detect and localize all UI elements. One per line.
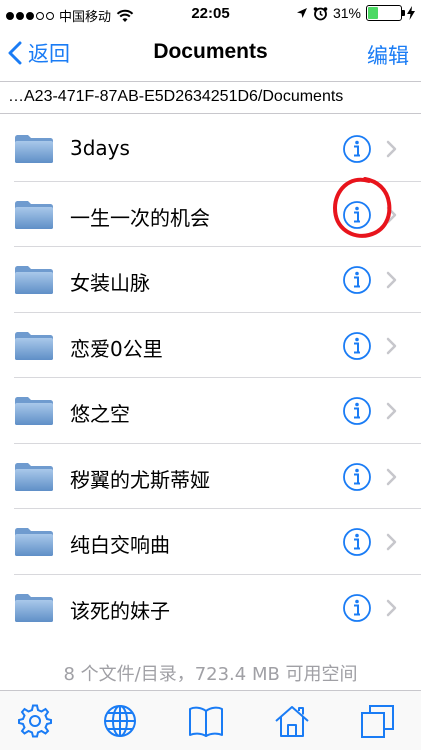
info-button-icon[interactable]: [342, 593, 372, 623]
folder-name: 一生一次的机会: [70, 205, 210, 230]
battery-level: [368, 7, 378, 19]
globe-icon[interactable]: [102, 703, 138, 739]
battery-icon: [366, 5, 405, 21]
gear-icon[interactable]: [17, 703, 53, 739]
storage-footer: 8 个文件/目录，723.4 MB 可用空间: [63, 664, 358, 685]
edit-button[interactable]: 编辑: [367, 40, 409, 70]
battery-percent: 31%: [332, 5, 361, 21]
file-list-row[interactable]: 恋爱0公里: [0, 313, 421, 379]
file-list-row[interactable]: 悠之空: [0, 378, 421, 444]
tab-bar: [0, 690, 421, 750]
chevron-right-icon: [386, 206, 397, 223]
page-title: Documents: [153, 40, 268, 63]
folder-icon: [15, 266, 53, 294]
charging-bolt-icon: [407, 6, 415, 20]
folder-icon: [15, 528, 53, 556]
file-list-row[interactable]: 3days: [0, 116, 421, 182]
folder-name: 悠之空: [70, 402, 130, 426]
info-button-icon[interactable]: [342, 200, 372, 230]
status-bar: 中国移动 22:05 31%: [0, 0, 421, 28]
path-display: …A23-471F-87AB-E5D2634251D6/Documents: [0, 82, 421, 114]
folder-icon: [15, 135, 53, 163]
book-icon[interactable]: [188, 703, 224, 739]
windows-icon[interactable]: [360, 703, 396, 739]
home-icon[interactable]: [274, 703, 310, 739]
chevron-right-icon: [386, 337, 397, 354]
info-button-icon[interactable]: [342, 462, 372, 492]
file-list-row[interactable]: 一生一次的机会: [0, 182, 421, 248]
file-list-row[interactable]: 秽翼的尤斯蒂娅: [0, 444, 421, 510]
folder-icon: [15, 200, 53, 229]
info-button-icon[interactable]: [342, 527, 372, 557]
info-button-icon[interactable]: [342, 396, 372, 426]
folder-icon: [15, 331, 53, 360]
chevron-right-icon: [386, 271, 397, 289]
file-list-row[interactable]: 该死的妹子: [0, 575, 421, 641]
folder-name: 纯白交响曲: [70, 533, 170, 557]
folder-icon: [15, 397, 53, 425]
chevron-right-icon: [386, 140, 397, 158]
file-list: 3days 一生一次的机会 女装山脉恋爱0公里悠之空秽翼的尤斯蒂娅 纯白交响曲该死的妹…: [0, 116, 421, 640]
chevron-right-icon: [386, 402, 397, 420]
folder-name: 恋爱0公里: [70, 336, 163, 361]
info-button-icon[interactable]: [342, 265, 372, 295]
folder-icon: [15, 593, 53, 622]
info-button-icon[interactable]: [342, 331, 372, 361]
alarm-clock-icon: [313, 6, 328, 20]
file-list-row[interactable]: 女装山脉: [0, 247, 421, 313]
folder-name: 3days: [70, 136, 130, 160]
chevron-right-icon: [386, 533, 397, 551]
navigation-bar: 返回 Documents 编辑: [0, 28, 421, 82]
folder-name: 该死的妹子: [70, 598, 170, 623]
file-list-row[interactable]: 纯白交响曲: [0, 509, 421, 575]
chevron-right-icon: [386, 468, 397, 485]
info-button-icon[interactable]: [342, 134, 372, 164]
chevron-right-icon: [386, 599, 397, 616]
location-arrow-icon: [296, 8, 307, 18]
folder-name: 女装山脉: [70, 271, 150, 295]
folder-name: 秽翼的尤斯蒂娅: [70, 467, 210, 492]
status-right: 31%: [296, 5, 415, 21]
folder-icon: [15, 462, 53, 491]
